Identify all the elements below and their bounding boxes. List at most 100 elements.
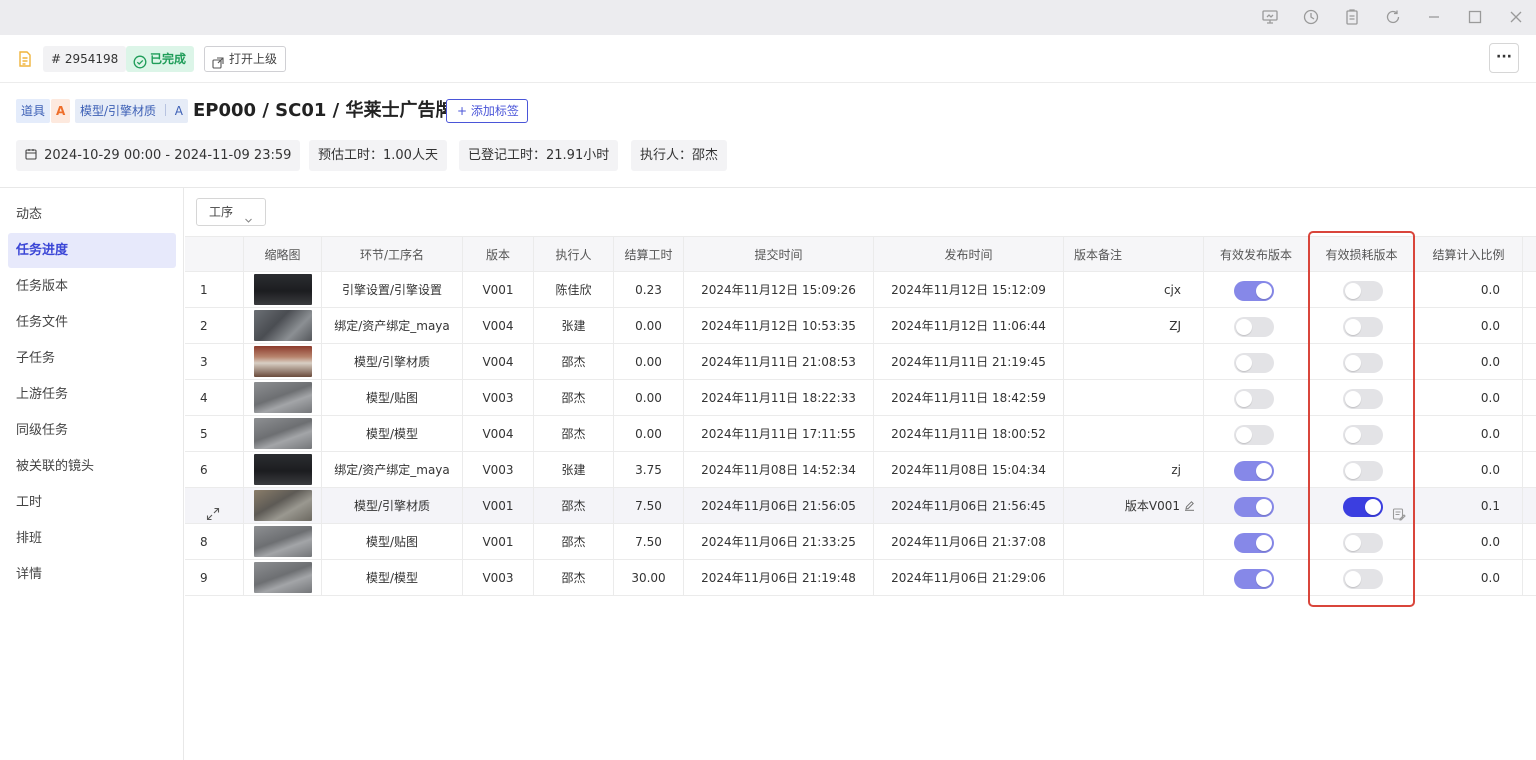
process-name: 模型/贴图 [322,524,463,560]
process-filter-select[interactable]: 工序 [196,198,266,226]
version-text: V003 [482,571,514,585]
sidebar-item-schedule[interactable]: 排班 [8,521,176,556]
expand-icon[interactable] [206,499,220,521]
sidebar-item-linked-shots[interactable]: 被关联的镜头 [8,449,176,484]
process-name-text: 引擎设置/引擎设置 [341,283,443,297]
table-row[interactable]: 模型/引擎材质 V001 邵杰 7.50 2024年11月06日 21:56:05 202… [185,488,1536,524]
thumbnail [244,416,322,452]
process-name-text: 绑定/资产绑定_maya [334,319,450,333]
valid-loss-switch[interactable] [1343,353,1383,373]
table-row[interactable]: 4 模型/贴图 V003 邵杰 0.00 2024年11月11日 18:22:33 2024… [185,380,1536,416]
thumbnail-image[interactable] [254,274,312,305]
sidebar-item-task-files[interactable]: 任务文件 [8,305,176,340]
thumbnail [244,380,322,416]
open-parent-button[interactable]: 打开上级 [204,46,287,72]
column-header-settled-hours: 结算工时 [614,237,684,273]
valid-publish-switch[interactable] [1234,497,1274,517]
version-note [1064,416,1204,452]
thumbnail-image[interactable] [254,454,312,485]
valid-publish-switch[interactable] [1234,281,1274,301]
table-row[interactable]: 9 模型/模型 V003 邵杰 30.00 2024年11月06日 21:19:48 202… [185,560,1536,596]
thumbnail [244,308,322,344]
thumbnail-image[interactable] [254,346,312,377]
assignee-text: 邵杰 [561,391,586,405]
more-menu-button[interactable]: ··· [1489,43,1519,73]
valid-loss-switch[interactable] [1343,281,1383,301]
sidebar-item-task-versions[interactable]: 任务版本 [8,269,176,304]
settlement-ratio-text: 0.0 [1480,535,1500,549]
thumbnail-image[interactable] [254,526,312,557]
row-number-text: 4 [200,391,208,405]
version-note [1064,524,1204,560]
thumbnail-image[interactable] [254,382,312,413]
table-row[interactable]: 1 引擎设置/引擎设置 V001 陈佳欣 0.23 2024年11月12日 15:09:2… [185,272,1536,308]
sidebar-item-siblings[interactable]: 同级任务 [8,413,176,448]
sidebar-item-activity[interactable]: 动态 [8,197,176,232]
version: V003 [463,452,534,488]
submit-time: 2024年11月06日 21:19:48 [684,560,874,596]
submit-time-text: 2024年11月06日 21:56:05 [701,499,856,513]
valid-publish-switch[interactable] [1234,317,1274,337]
process-tag: 模型/引擎材质 A [75,99,188,123]
submit-time: 2024年11月06日 21:33:25 [684,524,874,560]
valid-loss-switch[interactable] [1343,317,1383,337]
thumbnail-image[interactable] [254,310,312,341]
sidebar-item-details[interactable]: 详情 [8,557,176,592]
process-name: 模型/引擎材质 [322,344,463,380]
minimize-icon[interactable] [1425,8,1443,26]
row-number-text: 6 [200,463,208,477]
clipboard-icon[interactable] [1343,8,1361,26]
column-header-thumbnail: 缩略图 [244,237,322,273]
history-icon[interactable] [1302,8,1320,26]
valid-loss-switch[interactable] [1343,497,1383,517]
refresh-icon[interactable] [1384,8,1402,26]
table-row[interactable]: 5 模型/模型 V004 邵杰 0.00 2024年11月11日 17:11:55 2024… [185,416,1536,452]
valid-publish-toggle [1204,452,1309,488]
version: V001 [463,524,534,560]
process-name-text: 模型/引擎材质 [353,355,431,369]
screen-icon[interactable] [1261,8,1279,26]
valid-publish-switch[interactable] [1234,461,1274,481]
settlement-ratio-text: 0.0 [1480,355,1500,369]
settlement-ratio: 0.0 [1415,524,1523,560]
process-name: 绑定/资产绑定_maya [322,452,463,488]
thumbnail-image[interactable] [254,562,312,593]
table-row[interactable]: 6 绑定/资产绑定_maya V003 张建 3.75 2024年11月08日 14:52… [185,452,1536,488]
version-note-text: cjx [1163,283,1181,297]
valid-loss-switch[interactable] [1343,569,1383,589]
valid-publish-switch[interactable] [1234,389,1274,409]
thumbnail-image[interactable] [254,490,312,521]
close-icon[interactable] [1507,8,1525,26]
settlement-ratio-text: 0.0 [1480,391,1500,405]
publish-time-text: 2024年11月12日 11:06:44 [891,319,1046,333]
row-number: 8 [185,524,244,560]
valid-loss-toggle [1309,344,1415,380]
edit-pencil-icon[interactable] [1184,489,1195,511]
table-row[interactable]: 2 绑定/资产绑定_maya V004 张建 0.00 2024年11月12日 10:53… [185,308,1536,344]
settlement-ratio: 0.0 [1415,416,1523,452]
valid-publish-switch[interactable] [1234,353,1274,373]
valid-publish-switch[interactable] [1234,425,1274,445]
valid-loss-switch[interactable] [1343,533,1383,553]
table-row[interactable]: 3 模型/引擎材质 V004 邵杰 0.00 2024年11月11日 21:08:53 20… [185,344,1536,380]
valid-loss-switch[interactable] [1343,389,1383,409]
column-header-valid-loss-toggle: 有效损耗版本 [1309,237,1415,273]
sidebar-item-task-progress[interactable]: 任务进度 [8,233,176,268]
add-tag-button[interactable]: + 添加标签 [446,99,528,123]
sidebar-item-upstream[interactable]: 上游任务 [8,377,176,412]
valid-publish-switch[interactable] [1234,569,1274,589]
submit-time-text: 2024年11月08日 14:52:34 [701,463,856,477]
row-number: 2 [185,308,244,344]
sidebar-item-hours[interactable]: 工时 [8,485,176,520]
maximize-icon[interactable] [1466,8,1484,26]
assignee-chip: 执行人：邵杰 [631,140,728,171]
valid-loss-switch[interactable] [1343,425,1383,445]
sidebar-item-subtasks[interactable]: 子任务 [8,341,176,376]
thumbnail-image[interactable] [254,418,312,449]
settlement-ratio: 0.0 [1415,560,1523,596]
version-note-text: ZJ [1169,319,1181,333]
table-row[interactable]: 8 模型/贴图 V001 邵杰 7.50 2024年11月06日 21:33:25 2024… [185,524,1536,560]
valid-loss-switch[interactable] [1343,461,1383,481]
edit-note-icon[interactable] [1392,499,1406,521]
valid-publish-switch[interactable] [1234,533,1274,553]
